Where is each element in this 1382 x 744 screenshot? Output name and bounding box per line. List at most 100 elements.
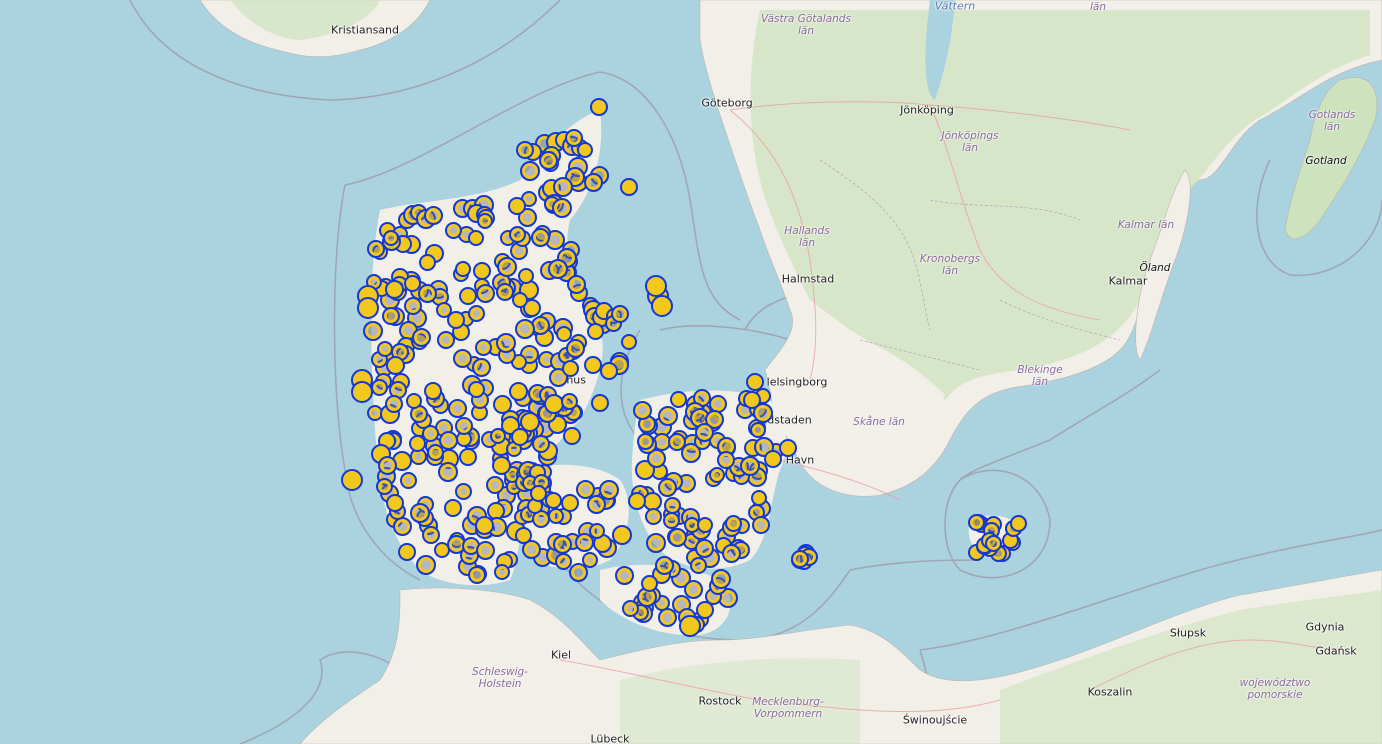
map-marker-icon[interactable] <box>378 455 398 475</box>
map-marker-icon[interactable] <box>444 499 463 518</box>
map-marker-icon[interactable] <box>404 296 423 315</box>
map-marker-icon[interactable] <box>418 283 438 303</box>
map-marker-icon[interactable] <box>566 275 586 295</box>
map-marker-icon[interactable] <box>694 422 714 442</box>
map-marker-icon[interactable] <box>515 140 534 159</box>
map-marker-icon[interactable] <box>508 381 528 401</box>
map-marker-icon[interactable] <box>561 494 580 513</box>
map-marker-icon[interactable] <box>668 527 688 547</box>
map-marker-icon[interactable] <box>520 161 541 182</box>
map-marker-icon[interactable] <box>411 328 431 348</box>
map-marker-icon[interactable] <box>385 394 404 413</box>
map-marker-icon[interactable] <box>362 320 383 341</box>
map-marker-icon[interactable] <box>370 379 388 397</box>
map-marker-icon[interactable] <box>721 544 741 563</box>
map-marker-icon[interactable] <box>447 310 466 329</box>
map-marker-icon[interactable] <box>708 466 725 483</box>
map-marker-icon[interactable] <box>583 172 603 192</box>
map-marker-icon[interactable] <box>491 456 511 476</box>
map-marker-icon[interactable] <box>620 178 638 196</box>
map-marker-icon[interactable] <box>779 439 797 457</box>
map-marker-icon[interactable] <box>341 469 363 491</box>
map-marker-icon[interactable] <box>751 489 768 506</box>
map-marker-icon[interactable] <box>633 401 653 421</box>
map-marker-icon[interactable] <box>404 274 422 292</box>
map-marker-icon[interactable] <box>426 443 444 461</box>
map-marker-icon[interactable] <box>654 555 674 575</box>
map-marker-icon[interactable] <box>436 330 455 349</box>
map-marker-icon[interactable] <box>563 427 581 445</box>
map-marker-icon[interactable] <box>459 448 478 467</box>
map-marker-icon[interactable] <box>538 150 558 170</box>
map-marker-icon[interactable] <box>397 542 416 561</box>
map-marker-icon[interactable] <box>614 566 634 586</box>
map-marker-icon[interactable] <box>476 213 493 230</box>
map-marker-icon[interactable] <box>690 556 708 574</box>
map-marker-icon[interactable] <box>637 432 655 450</box>
map-marker-icon[interactable] <box>575 533 595 553</box>
map-marker-icon[interactable] <box>575 479 595 499</box>
map-marker-icon[interactable] <box>658 477 678 497</box>
map-marker-icon[interactable] <box>612 524 633 545</box>
map-marker-icon[interactable] <box>493 564 510 581</box>
map-marker-icon[interactable] <box>547 507 564 524</box>
map-marker-icon[interactable] <box>610 305 629 323</box>
map-marker-icon[interactable] <box>743 391 761 409</box>
map-marker-icon[interactable] <box>749 421 766 438</box>
map-marker-icon[interactable] <box>472 358 492 378</box>
map-marker-icon[interactable] <box>640 575 658 593</box>
map-marker-icon[interactable] <box>554 552 572 570</box>
map-marker-icon[interactable] <box>422 525 441 544</box>
map-marker-icon[interactable] <box>724 515 742 533</box>
map-marker-icon[interactable] <box>651 295 673 317</box>
map-marker-icon[interactable] <box>409 503 430 524</box>
map-marker-icon[interactable] <box>515 318 536 339</box>
map-marker-icon[interactable] <box>710 569 731 590</box>
map-marker-icon[interactable] <box>553 535 572 555</box>
map-marker-icon[interactable] <box>683 580 703 600</box>
map-marker-icon[interactable] <box>455 483 472 501</box>
map-marker-icon[interactable] <box>694 538 714 558</box>
map-marker-icon[interactable] <box>492 394 512 414</box>
map-marker-icon[interactable] <box>385 355 405 375</box>
map-marker-icon[interactable] <box>670 390 688 408</box>
map-marker-icon[interactable] <box>576 141 593 158</box>
map-marker-icon[interactable] <box>600 362 619 381</box>
map-marker-icon[interactable] <box>551 197 572 218</box>
map-marker-icon[interactable] <box>399 472 417 490</box>
map-marker-icon[interactable] <box>679 615 701 637</box>
map-marker-icon[interactable] <box>510 427 529 446</box>
map-marker-icon[interactable] <box>376 341 393 358</box>
map-marker-icon[interactable] <box>419 254 437 272</box>
map-marker-icon[interactable] <box>628 492 646 510</box>
map-marker-icon[interactable] <box>485 476 504 495</box>
map-marker-icon[interactable] <box>568 562 588 582</box>
map-marker-icon[interactable] <box>421 424 439 442</box>
map-marker-icon[interactable] <box>445 221 463 239</box>
map-marker-icon[interactable] <box>495 332 516 353</box>
map-marker-icon[interactable] <box>455 416 474 435</box>
map-marker-icon[interactable] <box>565 339 585 359</box>
map-marker-icon[interactable] <box>590 98 608 116</box>
map-marker-icon[interactable] <box>496 257 517 278</box>
map-marker-icon[interactable] <box>562 359 580 377</box>
map-marker-icon[interactable] <box>697 516 714 533</box>
map-marker-icon[interactable] <box>447 399 467 419</box>
map-marker-icon[interactable] <box>621 600 639 618</box>
map-marker-icon[interactable] <box>453 349 473 369</box>
map-marker-icon[interactable] <box>645 532 666 553</box>
map-marker-icon[interactable] <box>468 305 486 323</box>
map-marker-icon[interactable] <box>547 259 568 280</box>
map-marker-icon[interactable] <box>455 261 472 278</box>
map-marker-icon[interactable] <box>667 433 686 452</box>
map-marker-icon[interactable] <box>658 608 678 628</box>
map-marker-icon[interactable] <box>468 230 485 247</box>
map-marker-icon[interactable] <box>621 333 637 350</box>
map-marker-icon[interactable] <box>437 461 458 482</box>
map-marker-icon[interactable] <box>746 373 764 391</box>
map-marker-icon[interactable] <box>424 206 444 226</box>
map-marker-icon[interactable] <box>657 405 678 426</box>
map-viewport[interactable]: Kristiansand Göteborg Jönköping Halmstad… <box>0 0 1382 744</box>
map-marker-icon[interactable] <box>467 381 485 399</box>
map-marker-icon[interactable] <box>587 322 605 340</box>
